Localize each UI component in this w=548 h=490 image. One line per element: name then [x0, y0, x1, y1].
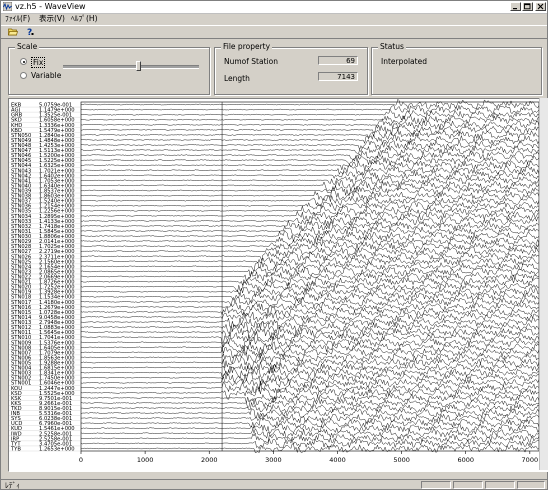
trace-waveform: [80, 200, 540, 212]
help-icon[interactable]: ?: [25, 27, 35, 36]
menu-help[interactable]: ﾍﾙﾌﾟ(H): [71, 14, 98, 24]
trace-waveform: [80, 350, 539, 365]
trace-waveform: [80, 286, 540, 298]
menu-view[interactable]: 表示(V): [39, 14, 65, 24]
title-bar[interactable]: vz.h5 - WaveView: [1, 1, 547, 14]
station-count-value: 69: [318, 56, 358, 65]
app-waveform-icon: [3, 2, 12, 11]
trace-waveform: [80, 355, 540, 370]
x-axis-tick-label: 7000: [522, 456, 539, 464]
status-cell-1: [421, 481, 451, 489]
svg-text:?: ?: [27, 28, 32, 36]
fix-label[interactable]: Fix: [31, 57, 46, 68]
file-property-legend: File property: [221, 42, 273, 52]
vertical-scrollbar[interactable]: [539, 98, 548, 470]
x-axis-tick-label: 4000: [329, 456, 346, 464]
trace-waveform: [80, 124, 540, 136]
fix-radio[interactable]: [20, 58, 27, 65]
trace-waveform: [81, 184, 540, 196]
trace-waveform: [80, 261, 540, 272]
waveform-chart[interactable]: EKB 5.0759e-001AGJ 1.1479e+000GRB 1.3525e-0…: [9, 99, 548, 471]
trace-waveform: [80, 266, 540, 277]
length-label: Length: [224, 74, 250, 83]
status-cell-4: [517, 481, 545, 489]
minimize-button[interactable]: [510, 2, 521, 11]
trace-waveform: [80, 164, 540, 176]
x-axis-tick-label: 3000: [265, 456, 282, 464]
trace-waveform: [80, 341, 540, 355]
trace-waveform: [80, 301, 540, 312]
trace-waveform: [80, 366, 540, 379]
trace-waveform: [80, 114, 540, 125]
trace-waveform: [80, 229, 540, 242]
scale-group: Scale Fix Variable: [8, 42, 210, 95]
x-axis-tick-label: 5000: [393, 456, 410, 464]
x-axis-tick-label: 1000: [137, 456, 154, 464]
status-cell-2: [453, 481, 483, 489]
close-button[interactable]: [535, 2, 546, 11]
file-property-group: File property Numof Station 69 Length 71…: [214, 42, 368, 95]
trace-waveform: [81, 423, 540, 434]
trace-waveform: [80, 154, 540, 166]
trace-waveform: [80, 175, 540, 186]
minimize-icon: [513, 8, 517, 10]
x-axis-tick-label: 2000: [201, 456, 218, 464]
length-value: 7143: [318, 72, 358, 81]
trace-waveform: [80, 180, 540, 192]
status-value: Interpolated: [381, 57, 427, 66]
open-folder-icon[interactable]: [8, 27, 18, 36]
status-bar-text: ﾚﾃﾞｨ: [5, 481, 20, 490]
trace-waveform: [80, 159, 540, 171]
trace-waveform: [80, 139, 540, 151]
main-window: vz.h5 - WaveView ﾌｧｲﾙ(F) 表示(V) ﾍﾙﾌﾟ(H) ?…: [0, 0, 548, 490]
trace-waveform: [80, 381, 540, 395]
trace-waveform: [80, 210, 540, 221]
toolbar: ?: [1, 25, 547, 39]
trace-waveform: [80, 236, 540, 247]
trace-waveform: [80, 129, 540, 141]
trace-waveform: [80, 311, 540, 323]
trace-waveform: [80, 326, 540, 339]
trace-waveform: [80, 443, 540, 454]
trace-waveform: [80, 417, 540, 429]
x-axis-tick-label: 6000: [457, 456, 474, 464]
menu-file[interactable]: ﾌｧｲﾙ(F): [5, 14, 30, 24]
status-group: Status Interpolated: [371, 42, 542, 95]
trace-scale-label: 1.2653e+000: [39, 446, 75, 452]
trace-waveform: [81, 190, 540, 201]
station-count-label: Numof Station: [224, 57, 278, 66]
variable-radio[interactable]: [20, 72, 27, 79]
close-icon: [537, 3, 544, 10]
status-cell-3: [485, 481, 515, 489]
status-bar: ﾚﾃﾞｨ: [1, 479, 547, 490]
trace-waveform: [80, 104, 540, 115]
trace-waveform: [80, 280, 540, 293]
trace-waveform: [80, 194, 540, 207]
trace-waveform: [80, 428, 540, 439]
scale-legend: Scale: [15, 42, 40, 52]
trace-waveform: [80, 291, 540, 302]
waveform-plot[interactable]: EKB 5.0759e-001 AGJ 1.1479e+000 GRB 1.3525e-0…: [8, 98, 548, 472]
trace-waveform: [80, 99, 540, 110]
scale-slider-track[interactable]: [63, 65, 199, 69]
trace-waveform: [80, 271, 540, 282]
maximize-icon: [524, 3, 531, 10]
menu-bar: ﾌｧｲﾙ(F) 表示(V) ﾍﾙﾌﾟ(H): [1, 14, 547, 24]
variable-label[interactable]: Variable: [31, 71, 61, 80]
status-legend: Status: [378, 42, 406, 52]
trace-waveform: [80, 204, 540, 217]
window-title: vz.h5 - WaveView: [15, 2, 86, 11]
maximize-button[interactable]: [522, 2, 533, 11]
scale-slider-thumb[interactable]: [135, 61, 141, 71]
x-axis-tick-label: 0: [79, 456, 83, 464]
trace-waveform: [81, 393, 540, 404]
trace-name-label: TYB: [10, 446, 21, 452]
trace-waveform: [80, 246, 540, 257]
